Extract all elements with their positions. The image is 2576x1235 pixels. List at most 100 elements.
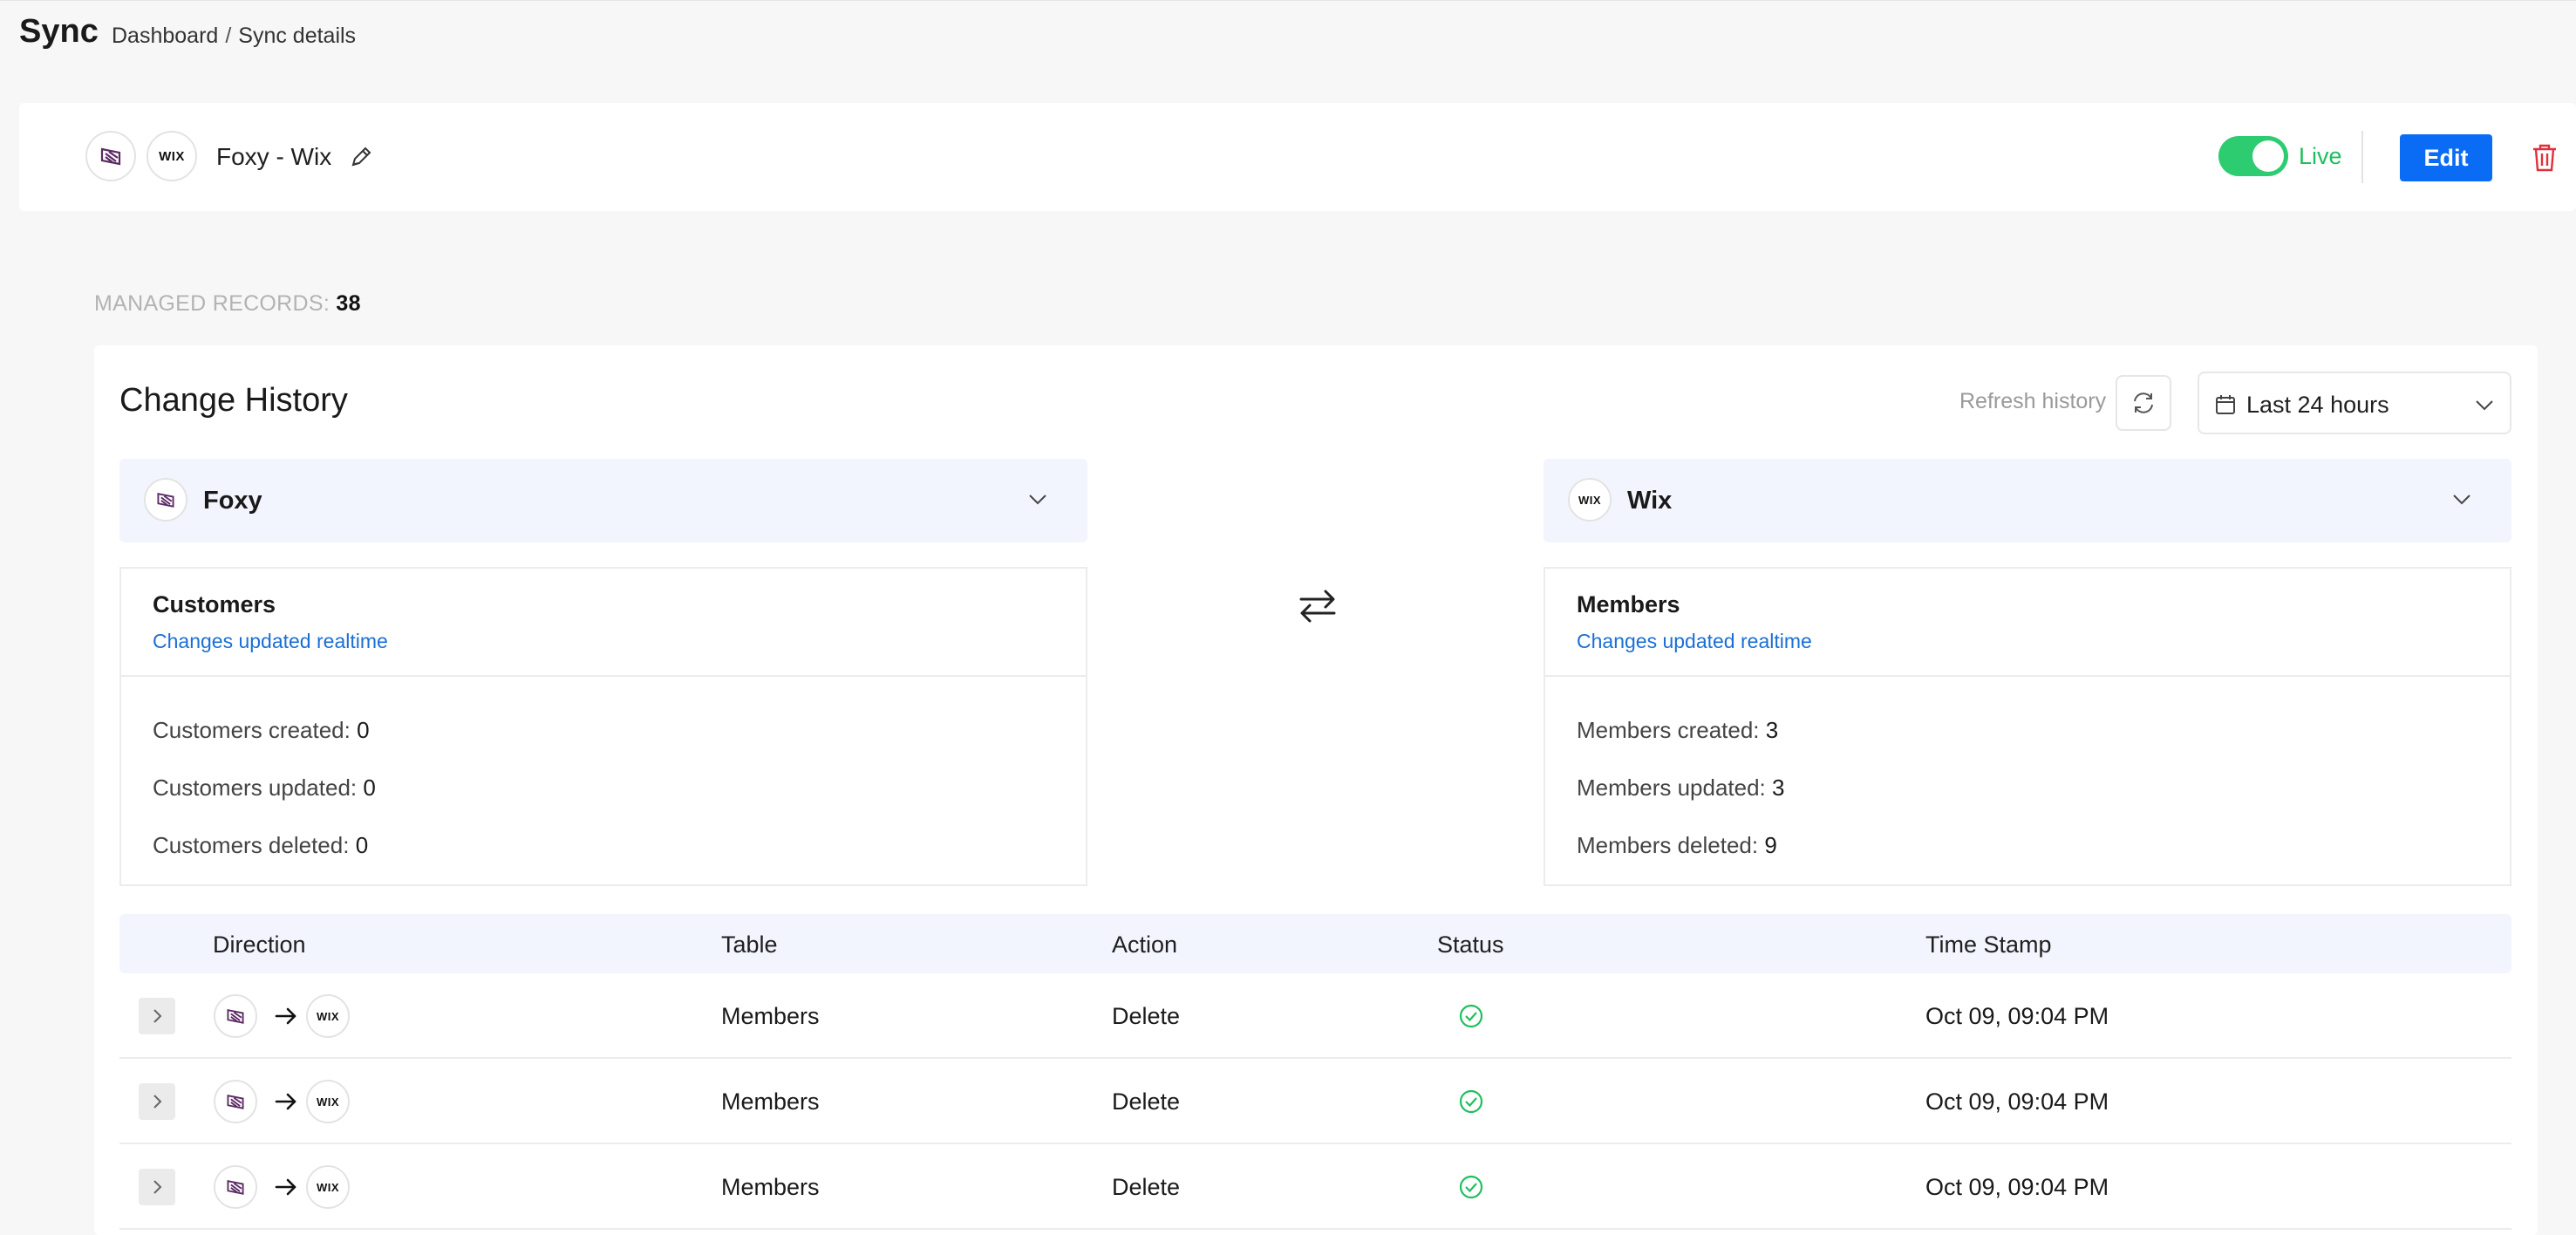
source-object-name: Customers [153,591,276,618]
wix-logo-icon: WIX [159,148,185,164]
source-stat-created: Customers created: 0 [153,717,370,744]
foxy-logo-icon [157,492,174,508]
wix-logo: WIX [147,131,197,181]
expand-row-button[interactable] [139,1169,175,1205]
chevron-right-icon [153,1180,162,1194]
source-app-dropdown[interactable]: Foxy [119,459,1087,542]
arrow-right-icon [275,1178,296,1196]
target-object-name: Members [1577,591,1680,618]
check-circle-icon [1459,1089,1483,1114]
swap-arrows-icon [1299,590,1336,623]
stat-label: Customers updated: [153,774,358,801]
divider [2361,131,2363,183]
divider [1545,675,2510,677]
table-row[interactable]: WIX Members Delete Oct 09, 09:04 PM [119,1144,2511,1230]
stat-label: Members updated: [1577,774,1766,801]
column-status: Status [1437,931,1504,958]
managed-records-count: 38 [336,291,361,316]
stat-value: 0 [355,832,369,858]
stat-label: Members deleted: [1577,832,1759,858]
pencil-icon[interactable] [349,145,373,169]
table-row[interactable]: WIX Members Delete Oct 09, 09:04 PM [119,1059,2511,1144]
wix-logo: WIX [306,1165,350,1209]
target-object-card: Members Changes updated realtime Members… [1544,567,2511,886]
foxy-logo [214,1080,257,1123]
column-timestamp: Time Stamp [1925,931,2052,958]
foxy-logo-icon [227,1094,244,1109]
row-action: Delete [1112,1174,1181,1200]
managed-records-label: MANAGED RECORDS: [94,291,331,316]
source-object-card: Customers Changes updated realtime Custo… [119,567,1087,886]
chevron-down-icon [1029,495,1046,505]
app-title: Sync [19,13,99,50]
arrow-right-icon [275,1093,296,1110]
target-realtime-link[interactable]: Changes updated realtime [1577,630,1812,653]
stat-value: 3 [1772,774,1785,801]
wix-logo-icon: WIX [316,1095,340,1109]
row-table: Members [721,1088,820,1115]
check-circle-icon [1459,1175,1483,1199]
row-action: Delete [1112,1088,1181,1115]
wix-logo-icon: WIX [316,1180,340,1194]
live-status-label: Live [2299,143,2342,169]
column-direction: Direction [213,931,306,958]
chevron-down-icon [2476,400,2493,411]
stat-label: Members created: [1577,717,1760,743]
expand-row-button[interactable] [139,998,175,1034]
check-circle-icon [1459,1004,1483,1028]
date-range-select[interactable]: Last 24 hours [2198,372,2511,434]
foxy-logo [214,1165,257,1209]
top-bar: Sync Dashboard / Sync details [0,0,2576,73]
trash-icon[interactable] [2531,143,2559,173]
stat-value: 3 [1765,717,1779,743]
chevron-right-icon [153,1095,162,1109]
wix-logo: WIX [306,994,350,1038]
wix-logo: WIX [306,1080,350,1123]
breadcrumb-current: Sync details [238,24,357,48]
row-action: Delete [1112,1003,1181,1029]
target-stat-created: Members created: 3 [1577,717,1778,744]
wix-logo-icon: WIX [316,1009,340,1023]
source-stat-deleted: Customers deleted: 0 [153,832,368,859]
column-action: Action [1112,931,1178,958]
refresh-icon [2134,392,2153,413]
source-realtime-link[interactable]: Changes updated realtime [153,630,388,653]
target-stat-updated: Members updated: 3 [1577,774,1785,802]
history-table-header: Direction Table Action Status Time Stamp [119,914,2511,973]
foxy-logo-icon [227,1008,244,1024]
edit-button[interactable]: Edit [2400,134,2492,181]
refresh-history-label: Refresh history [1959,389,2107,413]
stat-value: 0 [363,774,376,801]
row-timestamp: Oct 09, 09:04 PM [1925,1003,2109,1029]
chevron-right-icon [153,1009,162,1023]
chevron-down-icon [2453,495,2470,505]
target-stat-deleted: Members deleted: 9 [1577,832,1777,859]
live-toggle[interactable] [2218,136,2288,176]
foxy-logo [144,478,187,522]
sync-name: Foxy - Wix [216,143,332,170]
managed-records: MANAGED RECORDS: 38 [94,291,361,317]
date-range-value: Last 24 hours [2246,392,2389,418]
source-stat-updated: Customers updated: 0 [153,774,376,802]
target-app-dropdown[interactable]: WIX Wix [1544,459,2511,542]
stat-label: Customers deleted: [153,832,350,858]
refresh-button[interactable] [2116,375,2171,431]
source-app-name: Foxy [203,487,262,515]
expand-row-button[interactable] [139,1083,175,1120]
foxy-logo [214,994,257,1038]
wix-logo-icon: WIX [1578,493,1602,507]
toggle-knob [2252,140,2284,172]
divider [121,675,1086,677]
row-timestamp: Oct 09, 09:04 PM [1925,1174,2109,1200]
row-timestamp: Oct 09, 09:04 PM [1925,1088,2109,1115]
arrow-right-icon [275,1007,296,1025]
table-row[interactable]: WIX Members Delete Oct 09, 09:04 PM [119,973,2511,1059]
change-history-title: Change History [119,382,348,419]
foxy-logo [85,131,136,181]
target-app-name: Wix [1627,487,1673,515]
column-table: Table [721,931,778,958]
row-table: Members [721,1003,820,1029]
breadcrumb-dashboard[interactable]: Dashboard [112,24,218,48]
foxy-logo-icon [100,147,121,166]
stat-value: 0 [357,717,370,743]
